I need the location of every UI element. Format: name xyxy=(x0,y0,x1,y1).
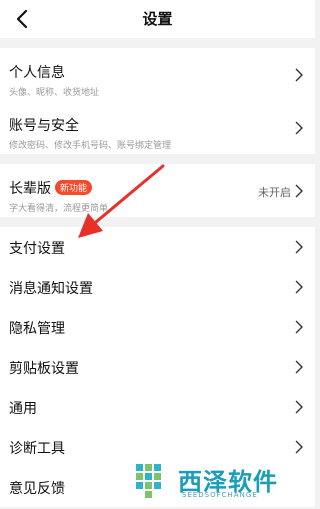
elder-mode-group: 长辈版 新功能 字大看得清，流程更简单 未开启 xyxy=(0,164,315,217)
chevron-right-icon xyxy=(295,240,303,254)
account-group: 个人信息 头像、昵称、收货地址 账号与安全 修改密码、修改手机号码、账号绑定管理 xyxy=(0,48,315,154)
item-label: 个人信息 xyxy=(9,65,65,81)
chevron-right-icon xyxy=(295,121,303,134)
nav-bar: 设置 xyxy=(0,0,315,38)
item-label: 剪贴板设置 xyxy=(9,361,79,377)
chevron-right-icon xyxy=(295,440,303,454)
page-title: 设置 xyxy=(142,10,173,28)
watermark: 西泽软件 SEEDSOFCHANGE xyxy=(128,456,315,509)
chevron-right-icon xyxy=(295,360,303,374)
item-description: 修改密码、修改手机号码、账号绑定管理 xyxy=(9,141,172,151)
item-label: 诊断工具 xyxy=(9,441,65,457)
settings-item-elder-mode[interactable]: 长辈版 新功能 字大看得清，流程更简单 未开启 xyxy=(0,164,315,217)
watermark-subtitle: SEEDSOFCHANGE xyxy=(182,491,258,499)
elder-mode-status: 未开启 xyxy=(258,186,291,199)
settings-item-privacy[interactable]: 隐私管理 xyxy=(0,307,315,347)
item-label: 支付设置 xyxy=(9,241,65,257)
item-label: 隐私管理 xyxy=(9,321,65,337)
elder-mode-label: 长辈版 xyxy=(9,181,51,197)
chevron-right-icon xyxy=(295,320,303,334)
settings-item-notifications[interactable]: 消息通知设置 xyxy=(0,267,315,307)
settings-item-clipboard[interactable]: 剪贴板设置 xyxy=(0,347,315,387)
settings-item-account-security[interactable]: 账号与安全 修改密码、修改手机号码、账号绑定管理 xyxy=(0,101,315,154)
chevron-right-icon xyxy=(295,184,303,197)
item-label: 消息通知设置 xyxy=(9,281,93,297)
new-feature-badge: 新功能 xyxy=(55,180,93,195)
settings-item-personal-info[interactable]: 个人信息 头像、昵称、收货地址 xyxy=(0,48,315,101)
watermark-logo-icon xyxy=(136,464,161,498)
settings-item-general[interactable]: 通用 xyxy=(0,387,315,427)
item-label: 账号与安全 xyxy=(9,118,79,134)
item-description: 头像、昵称、收货地址 xyxy=(9,88,100,98)
settings-item-payment[interactable]: 支付设置 xyxy=(0,227,315,267)
item-label: 通用 xyxy=(9,401,37,417)
item-description: 字大看得清，流程更简单 xyxy=(9,204,109,214)
chevron-right-icon xyxy=(295,400,303,414)
chevron-right-icon xyxy=(295,280,303,294)
chevron-right-icon xyxy=(295,68,303,81)
